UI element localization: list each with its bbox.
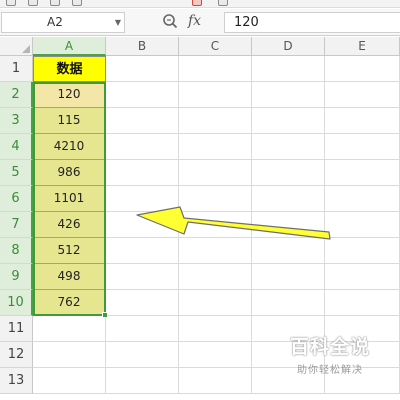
cell-c9[interactable] xyxy=(179,264,252,290)
column-header-b[interactable]: B xyxy=(106,37,179,56)
row-header-7[interactable]: 7 xyxy=(0,212,33,238)
cell-a7[interactable]: 426 xyxy=(33,212,106,238)
cell-b8[interactable] xyxy=(106,238,179,264)
cell-a8[interactable]: 512 xyxy=(33,238,106,264)
cell-b3[interactable] xyxy=(106,108,179,134)
chevron-down-icon[interactable]: ▼ xyxy=(115,13,121,32)
row-header-6[interactable]: 6 xyxy=(0,186,33,212)
watermark-logo: 百科全说 助你轻松解决 xyxy=(270,332,390,376)
cell-b1[interactable] xyxy=(106,56,179,82)
column-header-a[interactable]: A xyxy=(33,37,106,56)
cell-c7[interactable] xyxy=(179,212,252,238)
row-header-10[interactable]: 10 xyxy=(0,290,33,316)
cell-a3[interactable]: 115 xyxy=(33,108,106,134)
cell-d1[interactable] xyxy=(252,56,325,82)
preview-icon[interactable] xyxy=(72,0,82,6)
print-icon[interactable] xyxy=(50,0,60,6)
row-header-8[interactable]: 8 xyxy=(0,238,33,264)
select-all-corner[interactable] xyxy=(0,37,33,56)
column-header-e[interactable]: E xyxy=(325,37,400,56)
row-header-13[interactable]: 13 xyxy=(0,368,33,394)
row-header-5[interactable]: 5 xyxy=(0,160,33,186)
cell-e7[interactable] xyxy=(325,212,400,238)
cell-e3[interactable] xyxy=(325,108,400,134)
cell-e4[interactable] xyxy=(325,134,400,160)
cell-c8[interactable] xyxy=(179,238,252,264)
cell-d7[interactable] xyxy=(252,212,325,238)
cell-e6[interactable] xyxy=(325,186,400,212)
cell-d6[interactable] xyxy=(252,186,325,212)
cell-c10[interactable] xyxy=(179,290,252,316)
cell-b10[interactable] xyxy=(106,290,179,316)
cell-e5[interactable] xyxy=(325,160,400,186)
formula-bar: A2 ▼ fx 120 xyxy=(0,9,400,36)
row-header-2[interactable]: 2 xyxy=(0,82,33,108)
row-header-4[interactable]: 4 xyxy=(0,134,33,160)
cell-c4[interactable] xyxy=(179,134,252,160)
cell-d10[interactable] xyxy=(252,290,325,316)
cell-a12[interactable] xyxy=(33,342,106,368)
name-box-value: A2 xyxy=(47,15,63,29)
cell-b9[interactable] xyxy=(106,264,179,290)
cell-d9[interactable] xyxy=(252,264,325,290)
cell-a10[interactable]: 762 xyxy=(33,290,106,316)
cell-e10[interactable] xyxy=(325,290,400,316)
cell-b12[interactable] xyxy=(106,342,179,368)
cell-b11[interactable] xyxy=(106,316,179,342)
watermark-slogan: 助你轻松解决 xyxy=(297,365,363,376)
cell-a5[interactable]: 986 xyxy=(33,160,106,186)
row-header-12[interactable]: 12 xyxy=(0,342,33,368)
cell-c12[interactable] xyxy=(179,342,252,368)
cell-e8[interactable] xyxy=(325,238,400,264)
toolbar xyxy=(0,0,400,8)
function-icon[interactable]: fx xyxy=(188,13,210,31)
name-box[interactable]: A2 ▼ xyxy=(1,12,125,33)
cell-c13[interactable] xyxy=(179,368,252,394)
cell-e9[interactable] xyxy=(325,264,400,290)
cell-b5[interactable] xyxy=(106,160,179,186)
cell-c1[interactable] xyxy=(179,56,252,82)
cell-a2[interactable]: 120 xyxy=(33,82,106,108)
row-header-11[interactable]: 11 xyxy=(0,316,33,342)
cell-a11[interactable] xyxy=(33,316,106,342)
cell-b13[interactable] xyxy=(106,368,179,394)
app-icon[interactable] xyxy=(192,0,202,6)
cell-d5[interactable] xyxy=(252,160,325,186)
column-header-d[interactable]: D xyxy=(252,37,325,56)
cell-a6[interactable]: 1101 xyxy=(33,186,106,212)
cell-d2[interactable] xyxy=(252,82,325,108)
document-tab-icon[interactable] xyxy=(218,0,228,6)
cell-d3[interactable] xyxy=(252,108,325,134)
cell-c3[interactable] xyxy=(179,108,252,134)
cell-d4[interactable] xyxy=(252,134,325,160)
cell-b7[interactable] xyxy=(106,212,179,238)
cell-a9[interactable]: 498 xyxy=(33,264,106,290)
cell-c6[interactable] xyxy=(179,186,252,212)
fill-handle[interactable] xyxy=(102,312,108,318)
cell-b2[interactable] xyxy=(106,82,179,108)
zoom-icon[interactable] xyxy=(162,13,178,29)
row-header-9[interactable]: 9 xyxy=(0,264,33,290)
cell-b4[interactable] xyxy=(106,134,179,160)
cell-c5[interactable] xyxy=(179,160,252,186)
cell-b6[interactable] xyxy=(106,186,179,212)
row-header-3[interactable]: 3 xyxy=(0,108,33,134)
column-header-c[interactable]: C xyxy=(179,37,252,56)
watermark-title: 百科全说 xyxy=(289,336,370,358)
cell-c11[interactable] xyxy=(179,316,252,342)
cell-e2[interactable] xyxy=(325,82,400,108)
formula-input[interactable]: 120 xyxy=(224,12,400,33)
cell-a1[interactable]: 数据 xyxy=(33,56,106,82)
open-icon[interactable] xyxy=(28,0,38,6)
save-icon[interactable] xyxy=(6,0,16,6)
cell-d8[interactable] xyxy=(252,238,325,264)
cell-a13[interactable] xyxy=(33,368,106,394)
cell-e1[interactable] xyxy=(325,56,400,82)
row-header-1[interactable]: 1 xyxy=(0,56,33,82)
cell-c2[interactable] xyxy=(179,82,252,108)
cell-a4[interactable]: 4210 xyxy=(33,134,106,160)
